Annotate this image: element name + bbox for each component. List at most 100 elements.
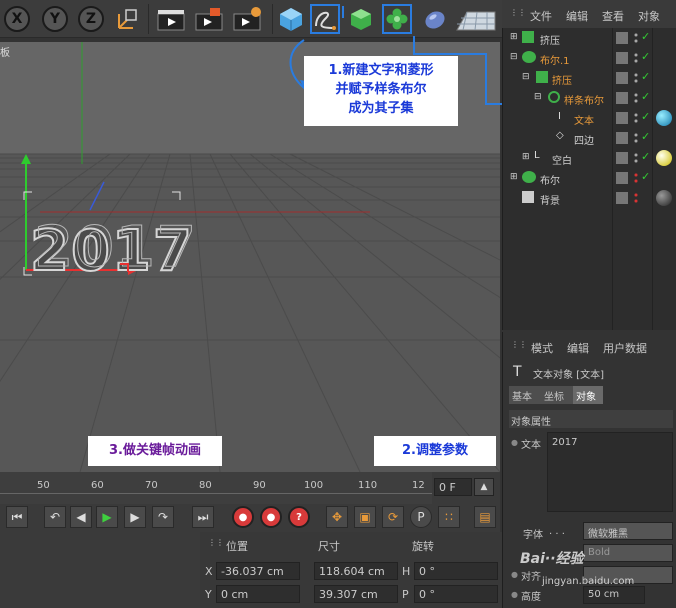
- timeline-scale[interactable]: 50 60 70 80 90 100 110 12: [0, 472, 432, 504]
- tree-item-boole-1[interactable]: ⊟ 布尔.1 ✓: [502, 48, 676, 68]
- visibility-toggle[interactable]: [616, 132, 628, 144]
- render-dots[interactable]: [633, 132, 639, 144]
- am-menu-edit[interactable]: 编辑: [567, 340, 589, 356]
- play-button[interactable]: ▶: [96, 506, 118, 528]
- prev-frame-button[interactable]: ◀: [70, 506, 92, 528]
- end-frame-field[interactable]: 0 F: [434, 478, 472, 496]
- enabled-check-icon[interactable]: ✓: [641, 170, 650, 183]
- prev-frame-icon: ◀: [76, 510, 86, 524]
- go-to-end-button[interactable]: ⏭: [192, 506, 214, 528]
- record-active-objects-button[interactable]: ●: [232, 506, 254, 528]
- render-dots[interactable]: [633, 152, 639, 164]
- next-key-button[interactable]: ↷: [152, 506, 174, 528]
- go-to-start-button[interactable]: ⏮: [6, 506, 28, 528]
- menu-view[interactable]: 查看: [602, 8, 624, 24]
- am-menu-user-data[interactable]: 用户数据: [603, 340, 647, 356]
- step-3-callout: 3.做关键帧动画: [88, 436, 222, 466]
- render-dots[interactable]: [633, 172, 639, 184]
- timeline-tick: 12: [412, 480, 425, 491]
- tree-item-extrude[interactable]: ⊞ 挤压 ✓: [502, 28, 676, 48]
- tree-item-rhombus[interactable]: ◇ 四边 ✓: [502, 128, 676, 148]
- material-tag-icon[interactable]: [656, 110, 672, 126]
- enabled-check-icon[interactable]: ✓: [641, 30, 650, 43]
- point-level-key-button[interactable]: ∷: [438, 506, 460, 528]
- height-label: 高度: [521, 592, 541, 603]
- size-x-field[interactable]: 118.604 cm: [314, 562, 398, 580]
- position-y-field[interactable]: 0 cm: [216, 585, 300, 603]
- visibility-toggle[interactable]: [616, 192, 628, 204]
- rhombus-spline-icon: ◇: [556, 130, 564, 141]
- y-label: Y: [205, 588, 212, 601]
- font-style-dropdown[interactable]: Bold: [583, 544, 673, 562]
- next-key-icon: ↷: [157, 510, 169, 524]
- tree-item-extrude-child[interactable]: ⊟ 挤压 ✓: [502, 68, 676, 88]
- prev-key-button[interactable]: ↶: [44, 506, 66, 528]
- size-y-field[interactable]: 39.307 cm: [314, 585, 398, 603]
- visibility-toggle[interactable]: [616, 172, 628, 184]
- visibility-toggle[interactable]: [616, 52, 628, 64]
- visibility-toggle[interactable]: [616, 32, 628, 44]
- render-dots[interactable]: [633, 32, 639, 44]
- enabled-check-icon[interactable]: ✓: [641, 90, 650, 103]
- enabled-check-icon[interactable]: ✓: [641, 70, 650, 83]
- tab-basic[interactable]: 基本: [509, 386, 541, 404]
- visibility-toggle[interactable]: [616, 92, 628, 104]
- enabled-check-icon[interactable]: ✓: [641, 50, 650, 63]
- rotation-p-field[interactable]: 0 °: [414, 585, 498, 603]
- tab-object[interactable]: 对象: [573, 386, 603, 404]
- enabled-check-icon[interactable]: ✓: [641, 130, 650, 143]
- render-dots[interactable]: [633, 92, 639, 104]
- text-param-label: 文本: [521, 440, 541, 451]
- text-content-area[interactable]: 2017: [547, 432, 673, 512]
- background-icon: [522, 191, 534, 203]
- menu-file[interactable]: 文件: [530, 8, 552, 24]
- scale-key-button[interactable]: ▣: [354, 506, 376, 528]
- rotation-key-button[interactable]: ⟳: [382, 506, 404, 528]
- rotation-h-field[interactable]: 0 °: [414, 562, 498, 580]
- visibility-toggle[interactable]: [616, 72, 628, 84]
- am-menu-mode[interactable]: 模式: [531, 340, 553, 356]
- tree-item-spline-boole[interactable]: ⊟ 样条布尔 ✓: [502, 88, 676, 108]
- keyframe-selection-icon: ?: [296, 511, 302, 523]
- visibility-toggle[interactable]: [616, 152, 628, 164]
- tree-item-boole[interactable]: ⊞ 布尔 ✓: [502, 168, 676, 188]
- tree-item-text[interactable]: I 文本 ✓: [502, 108, 676, 128]
- section-object-properties: 对象属性: [509, 410, 673, 428]
- menu-object[interactable]: 对象: [638, 8, 660, 24]
- extrude-icon: [536, 71, 548, 83]
- next-frame-button[interactable]: ▶: [124, 506, 146, 528]
- tab-coord[interactable]: 坐标: [541, 386, 573, 404]
- autokey-button[interactable]: ●: [260, 506, 282, 528]
- position-key-button[interactable]: ✥: [326, 506, 348, 528]
- enabled-check-icon[interactable]: ✓: [641, 150, 650, 163]
- p-label: P: [402, 588, 409, 601]
- object-manager-menu: ⋮⋮ 文件 编辑 查看 对象: [502, 0, 676, 28]
- render-dots[interactable]: [633, 192, 639, 204]
- material-tag-icon[interactable]: [656, 190, 672, 206]
- tree-item-null[interactable]: ⊞ L 空白 ✓: [502, 148, 676, 168]
- height-field[interactable]: 50 cm: [583, 586, 645, 604]
- grid-dots-icon: ∷: [445, 510, 453, 524]
- timeline-ruler[interactable]: 50 60 70 80 90 100 110 12 0 F ▲: [0, 472, 500, 504]
- prev-key-icon: ↶: [49, 510, 61, 524]
- watermark-logo: Bai··经验: [520, 551, 584, 567]
- object-tree: ⊞ 挤压 ✓ ⊟ 布尔.1 ✓ ⊟ 挤压 ✓ ⊟ 样条布尔 ✓ I 文本 ✓ ◇…: [502, 28, 676, 238]
- enabled-check-icon[interactable]: ✓: [641, 110, 650, 123]
- extrude-icon: [522, 31, 534, 43]
- tree-item-background[interactable]: 背景: [502, 188, 676, 208]
- font-family-dropdown[interactable]: 微软雅黑: [583, 522, 673, 540]
- timeline-window-button[interactable]: ▤: [474, 506, 496, 528]
- position-x-field[interactable]: -36.037 cm: [216, 562, 300, 580]
- move-icon: ✥: [331, 510, 343, 524]
- timeline-tick: 50: [37, 480, 50, 491]
- keyframe-selection-button[interactable]: ?: [288, 506, 310, 528]
- render-dots[interactable]: [633, 52, 639, 64]
- render-dots[interactable]: [633, 112, 639, 124]
- material-tag-icon[interactable]: [656, 150, 672, 166]
- null-object-icon: L: [534, 150, 540, 161]
- frame-stepper[interactable]: ▲: [474, 478, 494, 496]
- render-dots[interactable]: [633, 72, 639, 84]
- parameter-key-button[interactable]: P: [410, 506, 432, 528]
- visibility-toggle[interactable]: [616, 112, 628, 124]
- menu-edit[interactable]: 编辑: [566, 8, 588, 24]
